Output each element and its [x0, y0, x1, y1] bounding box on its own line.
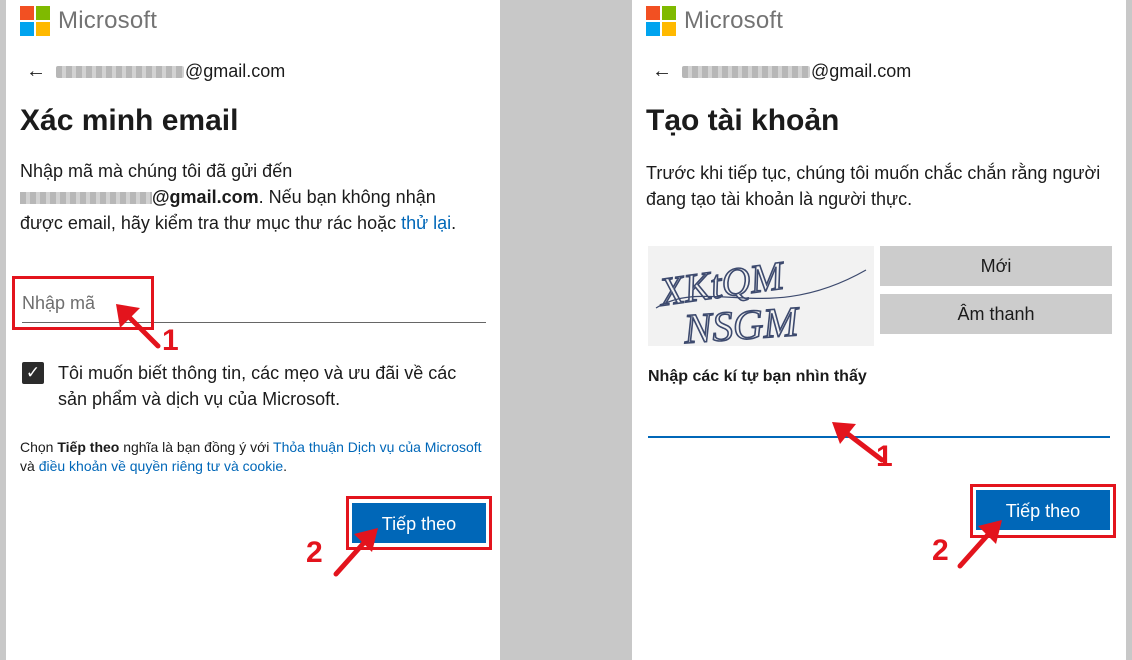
masked-email-user: [56, 65, 184, 78]
privacy-cookies-link[interactable]: điều khoản về quyền riêng tư và cookie: [39, 458, 283, 474]
captcha-new-button[interactable]: Mới: [880, 246, 1112, 286]
terms-mid: nghĩa là bạn đồng ý với: [119, 439, 274, 455]
annotation-arrow-2-icon: [333, 528, 378, 577]
terms-text: Chọn Tiếp theo nghĩa là bạn đồng ý với T…: [20, 438, 490, 476]
terms-and: và: [20, 458, 39, 474]
annotation-callout-1: 1: [162, 324, 179, 357]
intro-text: Nhập mã mà chúng tôi đã gửi đến @gmail.co…: [20, 158, 482, 236]
verify-email-panel: Microsoft ← @gmail.com Xác minh email Nh…: [6, 0, 500, 660]
annotation-callout-2: 2: [306, 536, 323, 569]
marketing-opt-in: ✓ Tôi muốn biết thông tin, các mẹo và ưu…: [22, 360, 488, 412]
create-account-panel: Microsoft ← @gmail.com Tạo tài khoản Trư…: [632, 0, 1126, 660]
page-title: Tạo tài khoản: [646, 104, 840, 137]
terms-prefix: Chọn: [20, 439, 58, 455]
captcha-distortion-icon: XKtQM NSGM: [654, 251, 867, 346]
microsoft-logo: Microsoft: [20, 6, 157, 36]
intro-text: Trước khi tiếp tục, chúng tôi muốn chắc …: [646, 163, 1101, 209]
captcha-text-line-2: NSGM: [682, 299, 802, 346]
microsoft-logo: Microsoft: [646, 6, 783, 36]
microsoft-logo-icon: [20, 6, 50, 36]
captcha-label: Nhập các kí tự bạn nhìn thấy: [648, 368, 867, 385]
microsoft-logo-icon: [646, 6, 676, 36]
intro-end: .: [451, 213, 457, 233]
back-arrow-icon[interactable]: ←: [652, 60, 672, 83]
annotation-arrow-2-icon: [957, 520, 1002, 569]
marketing-checkbox[interactable]: ✓: [22, 362, 44, 384]
back-row: ← @gmail.com: [652, 60, 911, 83]
back-arrow-icon[interactable]: ←: [26, 60, 46, 83]
masked-email-user: [20, 192, 152, 205]
retry-link[interactable]: thử lại: [401, 213, 451, 233]
masked-email-user: [682, 65, 810, 78]
page-title: Xác minh email: [20, 104, 239, 137]
microsoft-logo-text: Microsoft: [58, 7, 158, 34]
service-agreement-link[interactable]: Thỏa thuận Dịch vụ của Microsoft: [273, 439, 482, 455]
intro-line: Nhập mã mà chúng tôi đã gửi đến: [20, 161, 293, 181]
captcha-audio-button[interactable]: Âm thanh: [880, 294, 1112, 334]
terms-end: .: [283, 458, 287, 474]
captcha-image: XKtQM NSGM: [648, 246, 874, 346]
email-domain: @gmail.com: [185, 61, 286, 81]
back-row: ← @gmail.com: [26, 60, 285, 83]
email-domain: @gmail.com: [811, 61, 912, 81]
marketing-checkbox-label: Tôi muốn biết thông tin, các mẹo và ưu đ…: [58, 363, 457, 409]
annotation-callout-1: 1: [876, 440, 893, 473]
annotation-callout-2: 2: [932, 534, 949, 567]
intro-email-domain: @gmail.com: [152, 187, 259, 207]
microsoft-logo-text: Microsoft: [684, 7, 784, 34]
terms-bold: Tiếp theo: [57, 439, 120, 455]
